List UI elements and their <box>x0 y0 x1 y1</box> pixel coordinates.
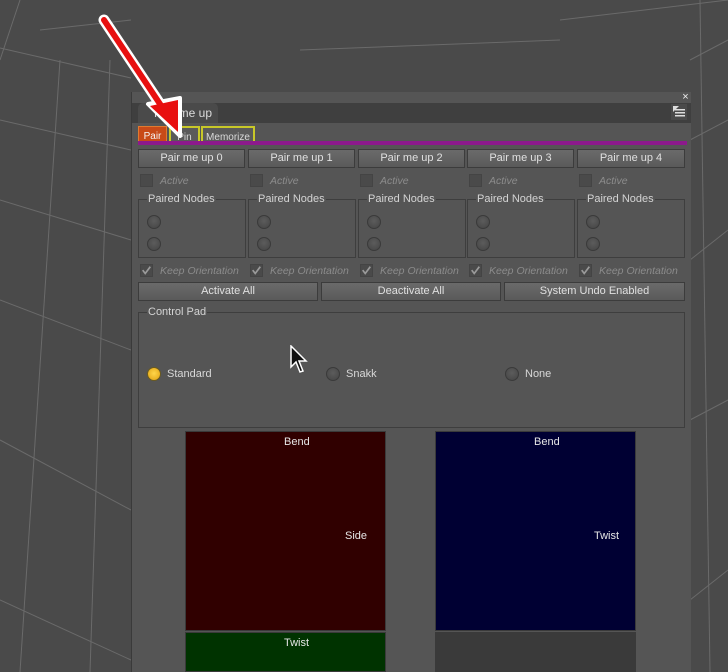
keep-orientation-label-1: Keep Orientation <box>270 265 349 277</box>
keep-orientation-checkbox-1[interactable] <box>250 264 263 277</box>
paired-node-radio-b[interactable] <box>476 237 490 251</box>
none-radio[interactable] <box>505 367 519 381</box>
system-undo-enabled-button[interactable]: System Undo Enabled <box>504 282 685 301</box>
keep-orientation-checkbox-2[interactable] <box>360 264 373 277</box>
bend-twist-pad[interactable]: Bend Twist <box>435 431 636 631</box>
none-label: None <box>525 368 552 380</box>
paired-nodes-group-4: Paired Nodes <box>577 193 685 258</box>
active-label-1: Active <box>270 175 299 187</box>
close-icon[interactable]: × <box>680 92 691 103</box>
pair-me-up-panel: × Pair me up Pair Pin Memorize Pair me u… <box>131 92 691 672</box>
keep-orientation-checkbox-0[interactable] <box>140 264 153 277</box>
keep-orientation-checkbox-4[interactable] <box>579 264 592 277</box>
deactivate-all-button[interactable]: Deactivate All <box>321 282 501 301</box>
pair-me-up-3-button[interactable]: Pair me up 3 <box>467 149 574 168</box>
paired-nodes-title: Paired Nodes <box>257 193 326 205</box>
active-label-4: Active <box>599 175 628 187</box>
paired-nodes-title: Paired Nodes <box>586 193 655 205</box>
paired-node-radio-a[interactable] <box>367 215 381 229</box>
active-checkbox-3[interactable] <box>469 174 482 187</box>
paired-node-radio-a[interactable] <box>476 215 490 229</box>
paired-nodes-group-1: Paired Nodes <box>248 193 356 258</box>
pad-top-label: Twist <box>284 637 310 649</box>
pair-me-up-0-button[interactable]: Pair me up 0 <box>138 149 245 168</box>
tab-underline <box>138 141 687 145</box>
control-pad-group: Control Pad Standard Snakk None <box>138 306 685 428</box>
paired-nodes-group-0: Paired Nodes <box>138 193 246 258</box>
keep-orientation-label-3: Keep Orientation <box>489 265 568 277</box>
empty-pad[interactable] <box>435 632 636 672</box>
paired-nodes-title: Paired Nodes <box>147 193 216 205</box>
snakk-label: Snakk <box>346 368 377 380</box>
paired-node-radio-b[interactable] <box>586 237 600 251</box>
snakk-radio[interactable] <box>326 367 340 381</box>
panel-menu-icon[interactable] <box>671 104 687 120</box>
pad-top-label: Bend <box>534 436 560 448</box>
control-pad-title: Control Pad <box>147 306 208 318</box>
paired-node-radio-b[interactable] <box>367 237 381 251</box>
pair-me-up-2-button[interactable]: Pair me up 2 <box>358 149 465 168</box>
pad-top-label: Bend <box>284 436 310 448</box>
paired-nodes-group-2: Paired Nodes <box>358 193 466 258</box>
paired-node-radio-b[interactable] <box>147 237 161 251</box>
paired-nodes-title: Paired Nodes <box>476 193 545 205</box>
bend-side-pad[interactable]: Bend Side <box>185 431 386 631</box>
active-checkbox-0[interactable] <box>140 174 153 187</box>
standard-label: Standard <box>167 368 212 380</box>
active-label-3: Active <box>489 175 518 187</box>
active-label-0: Active <box>160 175 189 187</box>
paired-node-radio-a[interactable] <box>147 215 161 229</box>
keep-orientation-label-2: Keep Orientation <box>380 265 459 277</box>
keep-orientation-label-0: Keep Orientation <box>160 265 239 277</box>
pair-me-up-4-button[interactable]: Pair me up 4 <box>577 149 685 168</box>
paired-node-radio-a[interactable] <box>586 215 600 229</box>
paired-nodes-title: Paired Nodes <box>367 193 436 205</box>
paired-node-radio-a[interactable] <box>257 215 271 229</box>
twist-pad[interactable]: Twist <box>185 632 386 672</box>
standard-radio[interactable] <box>147 367 161 381</box>
keep-orientation-label-4: Keep Orientation <box>599 265 678 277</box>
active-checkbox-2[interactable] <box>360 174 373 187</box>
pad-right-label: Twist <box>594 530 620 542</box>
paired-node-radio-b[interactable] <box>257 237 271 251</box>
mouse-cursor-icon <box>290 345 308 373</box>
pad-right-label: Side <box>345 530 368 542</box>
paired-nodes-group-3: Paired Nodes <box>467 193 575 258</box>
active-checkbox-1[interactable] <box>250 174 263 187</box>
active-label-2: Active <box>380 175 409 187</box>
pair-me-up-1-button[interactable]: Pair me up 1 <box>248 149 355 168</box>
active-checkbox-4[interactable] <box>579 174 592 187</box>
red-arrow-annotation <box>98 14 182 138</box>
keep-orientation-checkbox-3[interactable] <box>469 264 482 277</box>
activate-all-button[interactable]: Activate All <box>138 282 318 301</box>
